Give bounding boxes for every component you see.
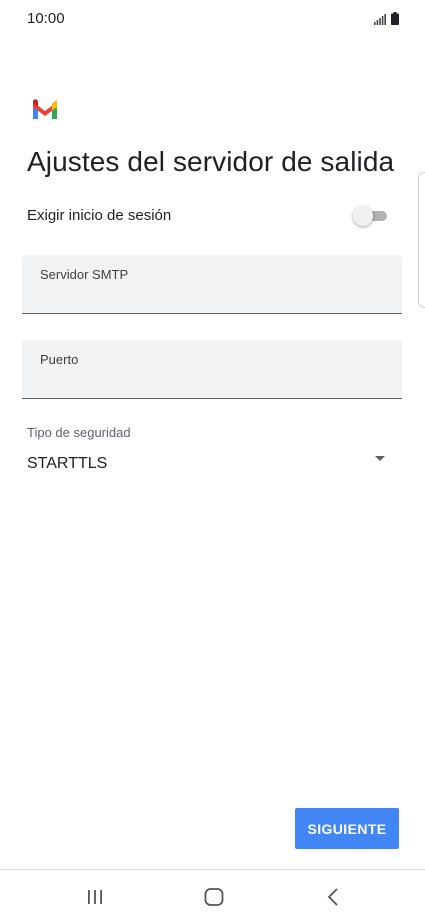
port-field[interactable]: Puerto (22, 340, 402, 399)
home-icon (204, 887, 224, 906)
require-signin-toggle[interactable] (353, 206, 387, 226)
dropdown-arrow-icon (375, 456, 385, 461)
next-button[interactable]: SIGUIENTE (295, 808, 399, 849)
battery-icon (391, 12, 399, 25)
signal-icon (374, 14, 386, 25)
smtp-server-label: Servidor SMTP (40, 267, 129, 282)
smtp-server-field[interactable]: Servidor SMTP (22, 255, 402, 314)
navigation-bar (0, 869, 425, 923)
back-button[interactable] (298, 870, 368, 923)
security-type-value: STARTTLS (27, 455, 108, 472)
recents-button[interactable] (60, 870, 130, 923)
status-time: 10:00 (27, 10, 65, 27)
home-button[interactable] (179, 870, 249, 923)
security-type-dropdown[interactable]: STARTTLS (27, 448, 389, 480)
back-icon (327, 887, 338, 906)
status-icons (374, 12, 399, 25)
smtp-server-input[interactable] (40, 285, 380, 307)
recents-icon (88, 889, 102, 904)
port-label: Puerto (40, 352, 79, 367)
status-bar: 10:00 (0, 0, 425, 40)
require-signin-label: Exigir inicio de sesión (27, 207, 172, 224)
page-title: Ajustes del servidor de salida (27, 146, 395, 177)
port-input[interactable] (40, 370, 380, 392)
edge-panel-handle[interactable] (418, 172, 425, 308)
gmail-logo (33, 99, 57, 119)
security-type-label: Tipo de seguridad (27, 425, 131, 440)
toggle-thumb (353, 206, 373, 226)
require-signin-row[interactable]: Exigir inicio de sesión (27, 206, 389, 226)
